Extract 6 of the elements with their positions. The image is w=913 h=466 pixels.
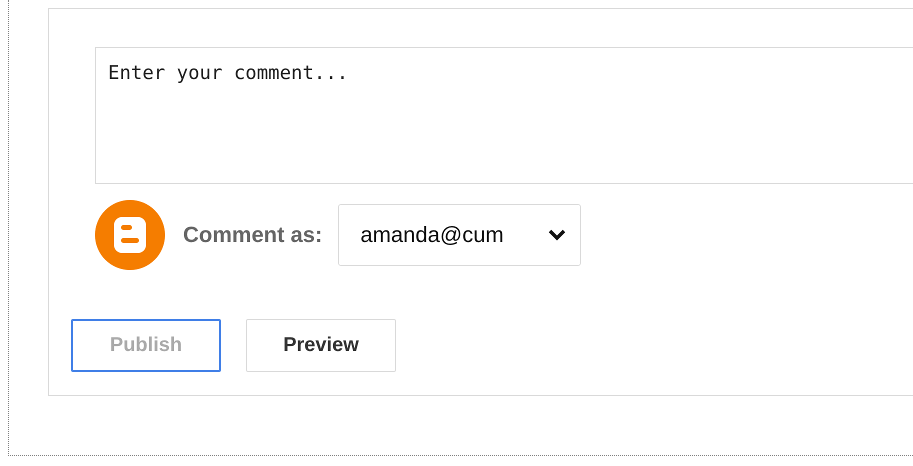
blog-logo-icon: [95, 200, 165, 270]
comment-field[interactable]: Enter your comment...: [95, 47, 913, 184]
preview-button[interactable]: Preview: [246, 319, 396, 372]
account-dropdown[interactable]: amanda@cum: [338, 204, 582, 266]
chevron-down-icon: [548, 229, 566, 241]
comment-as-label: Comment as:: [183, 222, 322, 248]
